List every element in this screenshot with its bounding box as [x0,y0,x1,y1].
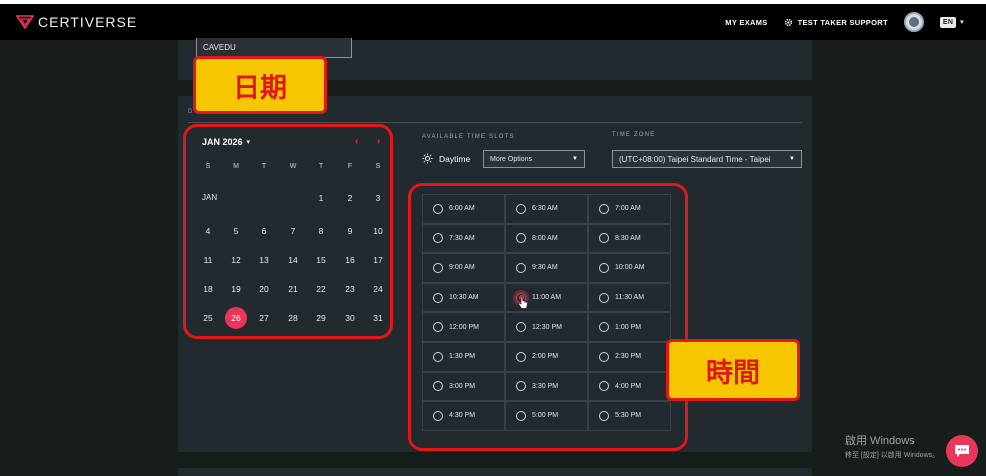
time-zone-select[interactable]: (UTC+08:00) Taipei Standard Time - Taipe… [612,150,802,168]
caret-down-icon: ▼ [789,156,795,162]
chat-icon [955,445,969,457]
time-highlight-box [408,183,688,451]
avatar[interactable] [903,12,924,32]
caret-down-icon: ▼ [572,156,578,162]
organization-field[interactable]: CAVEDU [196,38,352,58]
watermark-line1: 啟用 Windows [845,435,915,447]
logo-text: CERTIVERSE [38,14,138,30]
date-annotation-tag: 日期 [193,56,327,114]
language-selector[interactable]: EN ▾ [939,16,964,28]
nav-right: MY EXAMS TEST TAKER SUPPORT EN ▾ [725,12,964,32]
top-navigation-bar: CERTIVERSE MY EXAMS TEST TAKER SUPPORT E… [0,0,986,40]
next-panel [178,468,812,476]
period-label: Daytime [422,153,470,164]
caret-down-icon: ▾ [960,19,964,26]
support-label: TEST TAKER SUPPORT [797,17,888,27]
language-badge: EN [939,16,957,28]
date-highlight-box [183,124,393,339]
time-zone-value: (UTC+08:00) Taipei Standard Time - Taipe… [619,154,771,164]
time-annotation-tag: 時間 [666,339,800,401]
available-time-slots-label: AVAILABLE TIME SLOTS [422,134,515,140]
certiverse-logo[interactable]: CERTIVERSE [16,14,137,30]
gear-icon [784,18,792,26]
more-options-value: More Options [490,155,533,163]
daytime-label: Daytime [439,153,471,164]
chat-button[interactable] [946,435,978,467]
test-taker-support-link[interactable]: TEST TAKER SUPPORT [784,18,888,27]
avatar-icon [908,17,919,27]
watermark-line2: 移至 [設定] 以啟用 Windows。 [845,452,940,459]
more-options-select[interactable]: More Options ▼ [483,150,585,168]
my-exams-link[interactable]: MY EXAMS [725,18,767,27]
sun-icon [422,153,433,164]
section-divider [188,122,802,123]
time-zone-label: TIME ZONE [612,132,656,138]
certiverse-logo-icon [16,15,34,29]
windows-activation-watermark: 啟用 Windows 移至 [設定] 以啟用 Windows。 [845,432,939,460]
